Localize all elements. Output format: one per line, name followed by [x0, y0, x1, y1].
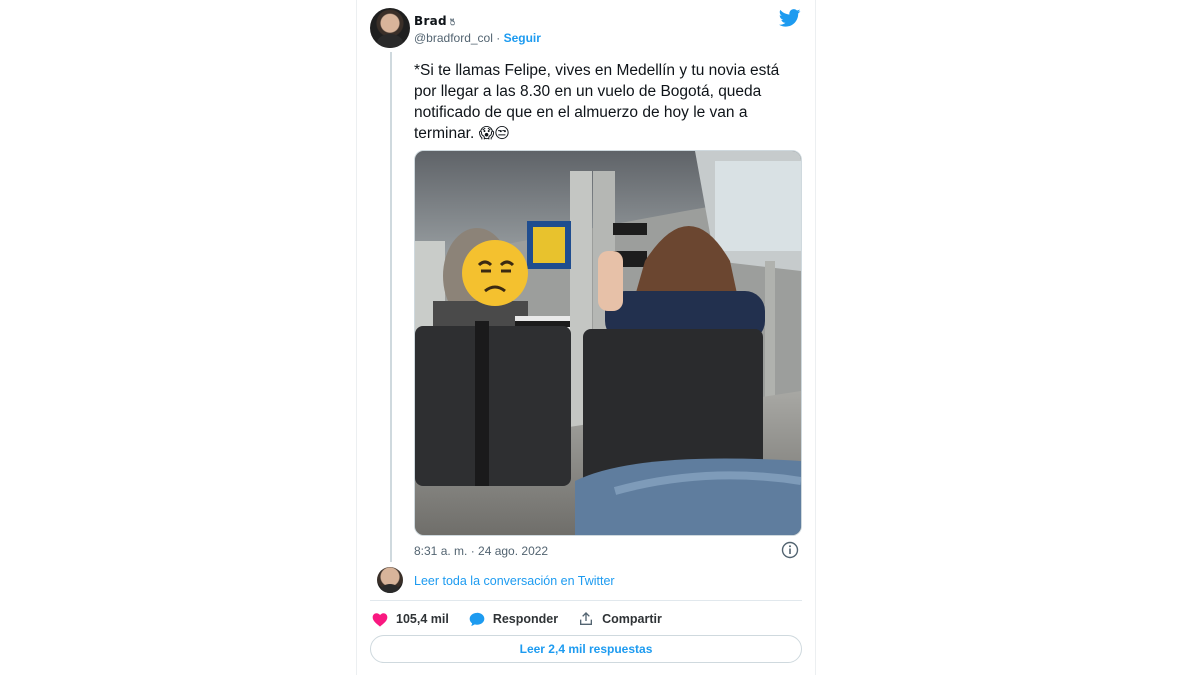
heart-icon — [372, 612, 388, 627]
handle-row: @bradford_col · Seguir — [414, 31, 541, 45]
conversation-avatar[interactable] — [377, 567, 403, 593]
handle-separator: · — [492, 31, 504, 45]
tweet-body: *Si te llamas Felipe, vives en Medellín … — [414, 62, 780, 142]
follow-button[interactable]: Seguir — [504, 31, 541, 45]
author-avatar[interactable] — [370, 8, 410, 48]
likes-count: 105,4 mil — [396, 612, 449, 626]
tweet-photo[interactable] — [414, 150, 802, 536]
thread-line — [390, 52, 392, 562]
author-handle[interactable]: @bradford_col — [414, 31, 493, 45]
author-name-text[interactable]: Brad — [414, 14, 447, 28]
twitter-bird-icon[interactable] — [779, 9, 801, 27]
reply-label: Responder — [492, 612, 559, 626]
info-icon[interactable] — [781, 541, 799, 559]
read-replies-button[interactable]: Leer 2,4 mil respuestas — [370, 635, 802, 663]
tweet-timestamp[interactable]: 8:31 a. m. · 24 ago. 2022 — [414, 544, 548, 558]
tweet-actions: 105,4 mil Responder Compartir — [372, 609, 682, 629]
author-name[interactable]: Brad 🖔 — [414, 14, 455, 28]
read-conversation-link[interactable]: Leer toda la conversación en Twitter — [414, 574, 615, 588]
embedded-tweet-card: Brad 🖔 @bradford_col · Seguir *Si te llam… — [356, 0, 816, 675]
author-badge-icon: 🖔 — [449, 18, 456, 28]
divider — [370, 600, 802, 601]
share-button[interactable]: Compartir — [578, 611, 662, 627]
share-label: Compartir — [602, 612, 662, 626]
share-upload-icon — [580, 612, 593, 625]
like-button[interactable]: 105,4 mil — [372, 612, 449, 627]
airport-waiting-area-photo — [415, 151, 801, 535]
tweet-text: *Si te llamas Felipe, vives en Medellín … — [414, 60, 804, 144]
tweet-emojis: 😱😒 — [478, 124, 510, 142]
reply-button[interactable]: Responder — [469, 612, 558, 627]
reply-bubble-icon — [469, 612, 485, 626]
